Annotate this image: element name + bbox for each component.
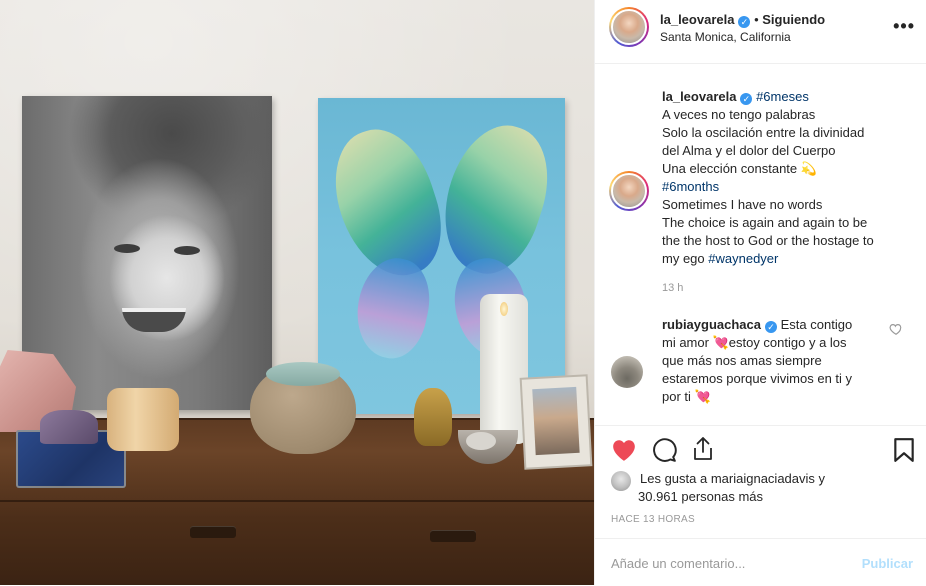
bookmark-icon[interactable] [893,437,915,463]
framed-photo-image [532,386,580,456]
comment-line: que más nos amas siempre [662,353,822,368]
caption-line: del Alma y el dolor del Cuerpo [662,143,836,158]
avatar-image [611,9,647,45]
caption-timestamp[interactable]: 13 h [662,282,683,294]
likes-line: Les gusta a mariaignaciadavis y [640,470,825,488]
following-button[interactable]: Siguiendo [762,12,825,27]
likes-count: 30.961 [638,489,678,504]
likes-summary: Les gusta a mariaignaciadavis y 30.961 p… [611,470,911,506]
add-comment-bar: Añade un comentario... Publicar [595,538,926,586]
candle-jar [480,294,528,444]
verified-badge-icon: ✓ [740,93,753,105]
commenter-avatar[interactable] [611,356,643,388]
comment: rubiayguachaca ✓ Esta contigo mi amor 💘es… [662,316,897,406]
caption-line: A veces no tengo palabras [662,107,816,122]
candle-flame [500,302,508,316]
wooden-box [107,388,179,451]
comment-line: mi amor 💘estoy contigo y a los [662,335,847,350]
portrait-smile [122,308,186,332]
comment-line: rubiayguachaca ✓ Esta contigo [662,316,897,334]
caption-line: my ego #waynedyer [662,250,917,268]
like-comment-heart-icon[interactable] [889,322,903,336]
liker-username[interactable]: mariaignaciadavis [711,471,815,486]
author-avatar[interactable] [609,7,649,47]
post-photo[interactable] [0,0,594,585]
drawer-handle [190,526,236,538]
likes-count-suffix: personas más [681,489,764,504]
post-location[interactable]: Santa Monica, California [660,30,791,44]
like-heart-icon[interactable] [611,438,637,462]
more-dots-icon[interactable]: ••• [893,16,915,37]
framed-photo [521,376,591,468]
heart-stone [466,432,496,450]
likes-prefix: Les gusta a [640,471,708,486]
caption-username[interactable]: la_leovarela [662,89,736,104]
instagram-post-view: la_leovarela ✓ • Siguiendo Santa Monica, … [0,0,926,585]
comments-section: la_leovarela ✓ #6meses A veces no tengo p… [595,64,926,424]
verified-badge-icon: ✓ [765,321,777,333]
caption-line: la_leovarela ✓ #6meses [662,88,917,106]
hashtag-link[interactable]: #6meses [756,89,809,104]
comment-line: por ti 💘 [662,389,711,404]
likes-text: Les gusta a mariaignaciadavis y 30.961 p… [638,470,825,506]
urn-lid [266,362,340,386]
avatar-image [611,173,647,209]
likes-line[interactable]: 30.961 personas más [611,488,825,506]
share-icon[interactable] [691,436,715,462]
comment-text: Esta contigo [780,317,853,332]
portrait-canvas [22,96,272,410]
dresser-drawer-line [0,500,594,502]
publish-button[interactable]: Publicar [862,556,913,571]
header-user-line: la_leovarela ✓ • Siguiendo [660,12,825,28]
comment-line: estaremos porque vivimos en ti y [662,371,853,386]
post-side-panel: la_leovarela ✓ • Siguiendo Santa Monica, … [594,0,926,585]
comment-bubble-icon[interactable] [651,437,677,463]
caption-line: Sometimes I have no words [662,197,823,212]
portrait-eye-right [174,246,200,255]
buddha-figurine [414,388,452,446]
caption-line-text: my ego [662,251,705,266]
portrait-eye-left [114,244,140,253]
post-header: la_leovarela ✓ • Siguiendo Santa Monica, … [595,0,926,64]
follow-separator: • [754,12,759,27]
caption: la_leovarela ✓ #6meses A veces no tengo p… [662,88,917,268]
post-timestamp[interactable]: HACE 13 HORAS [611,514,695,525]
caption-line: the the host to God or the hostage to [662,233,874,248]
comment-input[interactable]: Añade un comentario... [611,556,745,571]
caption-author-avatar[interactable] [609,171,649,211]
amethyst-cluster [40,410,98,444]
caption-line: Solo la oscilación entre la divinidad [662,125,865,140]
post-actions-bar [595,425,926,474]
author-username[interactable]: la_leovarela [660,12,734,27]
verified-badge-icon: ✓ [738,16,751,28]
hashtag-link[interactable]: #waynedyer [708,251,778,266]
commenter-username[interactable]: rubiayguachaca [662,317,761,332]
drawer-handle [430,530,476,542]
caption-line: Una elección constante 💫 [662,161,817,176]
likes-and: y [818,471,826,486]
caption-line: The choice is again and again to be [662,215,868,230]
hashtag-link[interactable]: #6months [662,178,917,196]
